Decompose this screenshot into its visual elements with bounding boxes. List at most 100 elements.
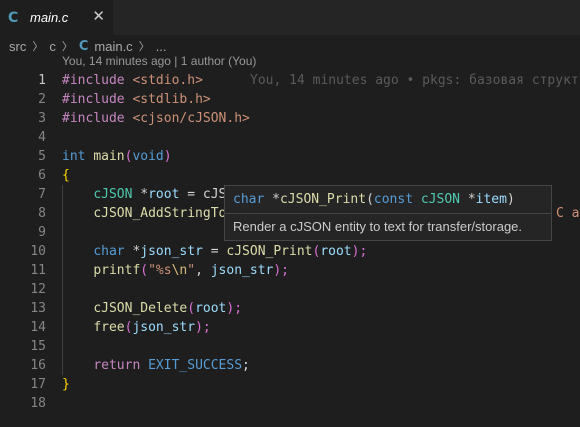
const-keyword: const <box>373 192 414 207</box>
paren: ); <box>273 263 290 278</box>
line-number: 9 <box>38 225 46 240</box>
code-line-2: #include <stdlib.h> <box>62 90 580 109</box>
hover-signature: char *cJSON_Print(const cJSON *item) <box>233 192 515 207</box>
code-line-16: return EXIT_SUCCESS; <box>62 356 580 375</box>
line-number: 7 <box>38 187 46 202</box>
assignment: = <box>202 244 227 259</box>
line-number: 11 <box>30 263 46 278</box>
hover-divider <box>225 213 551 214</box>
line-number: 10 <box>30 244 46 259</box>
pointer: * <box>132 187 149 202</box>
tab-bar: C main.c ✕ <box>0 0 580 35</box>
paren: ) <box>163 149 172 164</box>
paren: ); <box>195 320 211 335</box>
type-name: cJSON <box>420 192 460 207</box>
type-keyword: int <box>62 149 86 164</box>
function-call: cJSON_Print <box>226 244 313 259</box>
chevron-right-icon: 〉 <box>32 40 44 53</box>
breadcrumb-item-c[interactable]: c <box>49 39 56 54</box>
line-number: 5 <box>38 149 46 164</box>
close-icon[interactable]: ✕ <box>92 7 105 25</box>
string: "%s <box>148 263 172 278</box>
variable: root <box>320 244 352 259</box>
tab-label: main.c <box>30 10 69 25</box>
escape: \n <box>171 263 188 278</box>
variable: root <box>148 187 180 202</box>
codelens-blame[interactable]: You, 14 minutes ago | 1 author (You) <box>62 54 256 68</box>
variable: json_str <box>132 320 196 335</box>
line-number: 14 <box>30 320 46 335</box>
code-editor[interactable]: #include <stdio.h> #include <stdlib.h> #… <box>62 71 580 413</box>
code-line-13: cJSON_Delete(root); <box>62 299 580 318</box>
return-keyword: return <box>93 358 141 373</box>
directive: #include <box>62 92 125 107</box>
brace: } <box>62 377 70 392</box>
comma: , <box>195 263 211 278</box>
include-path: <cjson/cJSON.h> <box>132 111 250 126</box>
directive: #include <box>62 73 125 88</box>
line-number: 15 <box>30 339 46 354</box>
variable: json_str <box>210 263 274 278</box>
code-line-3: #include <cjson/cJSON.h> <box>62 109 580 128</box>
paren: ( <box>366 192 374 207</box>
paren: ); <box>226 301 243 316</box>
c-file-icon: C <box>8 9 19 26</box>
line-number-gutter: 1 2 3 4 5 6 7 8 9 10 11 12 13 14 15 16 17 18 <box>0 71 46 413</box>
line-number: 1 <box>38 73 46 88</box>
assignment: = cJS <box>179 187 227 202</box>
semicolon: ; <box>242 358 250 373</box>
brace: { <box>62 168 70 183</box>
breadcrumb-item-src[interactable]: src <box>9 39 26 54</box>
function-name: cJSON_Print <box>279 192 367 207</box>
line-number: 2 <box>38 92 46 107</box>
code-line-11: printf("%s\n", json_str); <box>62 261 580 280</box>
function-name: main <box>93 149 125 164</box>
string: " <box>187 263 196 278</box>
inline-git-blame: You, 14 minutes ago • pkgs: базовая стру… <box>250 73 580 88</box>
type-keyword: char <box>233 192 265 207</box>
breadcrumb-item-file[interactable]: main.c <box>94 39 132 54</box>
pointer: * <box>264 192 280 207</box>
paren: ( <box>187 301 196 316</box>
variable: root <box>195 301 227 316</box>
pointer: * <box>124 244 141 259</box>
type-keyword: void <box>132 149 164 164</box>
chevron-right-icon: 〉 <box>61 40 73 53</box>
hover-documentation: Render a cJSON entity to text for transf… <box>233 219 523 234</box>
code-line-17: } <box>62 375 580 394</box>
code-line-5: int main(void) <box>62 147 580 166</box>
function-call: free <box>93 320 125 335</box>
line-number: 13 <box>30 301 46 316</box>
partially-hidden-text: C ar <box>556 206 580 221</box>
chevron-right-icon: 〉 <box>138 40 150 53</box>
breadcrumb-item-more[interactable]: ... <box>156 39 167 54</box>
include-path: <stdlib.h> <box>132 92 211 107</box>
macro: EXIT_SUCCESS <box>148 358 243 373</box>
directive: #include <box>62 111 125 126</box>
line-number: 12 <box>30 282 46 297</box>
function-call: cJSON_AddStringTo <box>93 206 227 221</box>
code-line-6: { <box>62 166 580 185</box>
line-number: 17 <box>30 377 46 392</box>
function-call: cJSON_Delete <box>93 301 188 316</box>
paren: ( <box>140 263 149 278</box>
tab-main-c[interactable]: C main.c ✕ <box>0 0 114 35</box>
line-number: 8 <box>38 206 46 221</box>
line-number: 16 <box>30 358 46 373</box>
pointer: * <box>460 192 476 207</box>
hover-tooltip: char *cJSON_Print(const cJSON *item) Ren… <box>224 185 552 241</box>
line-number: 3 <box>38 111 46 126</box>
code-line-14: free(json_str); <box>62 318 580 337</box>
variable: json_str <box>140 244 203 259</box>
code-line-10: char *json_str = cJSON_Print(root); <box>62 242 580 261</box>
